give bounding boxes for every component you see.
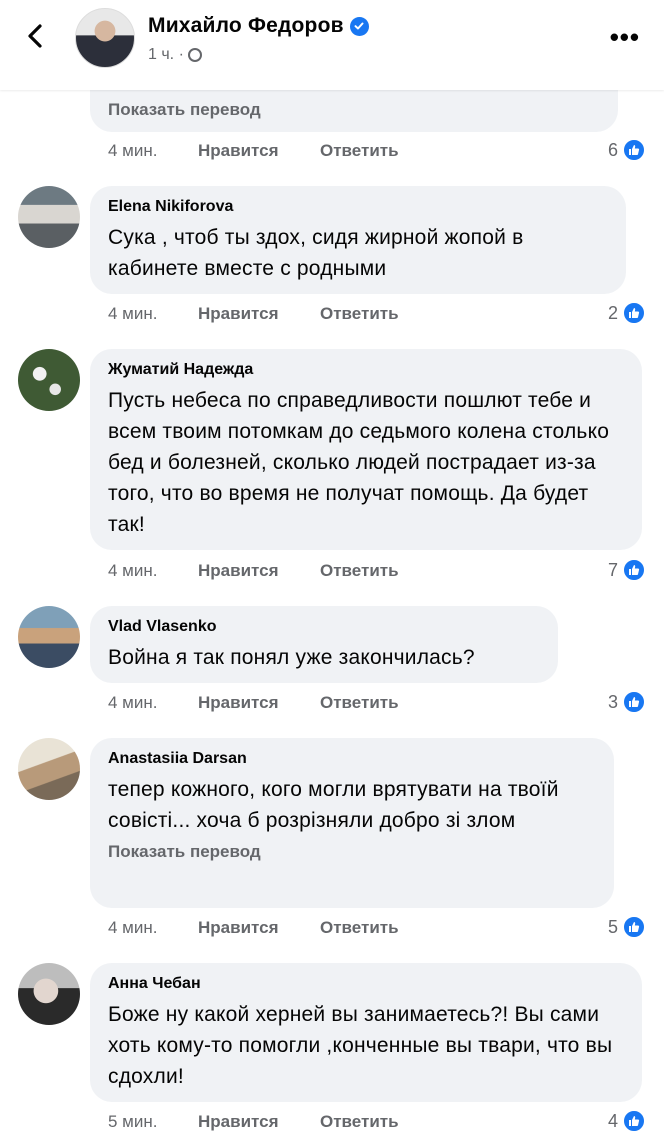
- comment-author[interactable]: Анна Чебан: [108, 975, 624, 993]
- comment-time[interactable]: 5 мин.: [108, 1112, 198, 1132]
- reply-button[interactable]: Ответить: [320, 693, 399, 713]
- avatar[interactable]: [18, 606, 80, 668]
- reply-button[interactable]: Ответить: [320, 918, 399, 938]
- like-reaction-icon: [622, 301, 646, 325]
- comment-text: Боже ну какой херней вы занимаетесь?! Вы…: [108, 1003, 613, 1088]
- like-button[interactable]: Нравится: [198, 561, 320, 581]
- comment-author[interactable]: Vlad Vlasenko: [108, 618, 540, 636]
- translate-link[interactable]: Показать перевод: [108, 100, 261, 120]
- comment-text: Война я так понял уже закончилась?: [108, 646, 475, 669]
- reaction-number: 4: [607, 1110, 618, 1131]
- reaction-count[interactable]: 3: [608, 690, 646, 714]
- avatar[interactable]: [18, 349, 80, 411]
- comment-text: тепер кожного, кого могли врятувати на т…: [108, 778, 559, 832]
- like-button[interactable]: Нравится: [198, 918, 320, 938]
- comment-actions: 5 мин. Нравится Ответить: [108, 1112, 399, 1132]
- comment-actions: 4 мин. Нравится Ответить: [108, 304, 399, 324]
- comment-bubble: Anastasiia Darsan тепер кожного, кого мо…: [90, 738, 614, 908]
- reply-button[interactable]: Ответить: [320, 561, 399, 581]
- comment-bubble: Жуматий Надежда Пусть небеса по справедл…: [90, 349, 642, 550]
- comment-author[interactable]: Elena Nikiforova: [108, 198, 608, 216]
- reaction-count[interactable]: 2: [608, 301, 646, 325]
- like-button[interactable]: Нравится: [198, 693, 320, 713]
- reply-button[interactable]: Ответить: [320, 304, 399, 324]
- like-reaction-icon: [622, 558, 646, 582]
- more-icon[interactable]: •••: [610, 22, 640, 53]
- back-button[interactable]: [20, 20, 52, 52]
- comment-actions: 4 мин. Нравится Ответить: [108, 693, 399, 713]
- back-icon: [28, 24, 42, 48]
- reaction-number: 5: [607, 916, 618, 937]
- reaction-number: 2: [607, 302, 618, 323]
- post-meta: 1 ч. ·: [148, 46, 202, 64]
- like-reaction-icon: [622, 690, 646, 714]
- avatar[interactable]: [18, 186, 80, 248]
- globe-icon: [187, 48, 202, 62]
- like-button[interactable]: Нравится: [198, 1112, 320, 1132]
- author-name-row[interactable]: Михайло Федоров: [148, 14, 369, 38]
- translate-link[interactable]: Показать перевод: [108, 842, 596, 862]
- comment-actions: 4 мин. Нравится Ответить: [108, 561, 399, 581]
- comment-time[interactable]: 4 мин.: [108, 304, 198, 324]
- comment-bubble: Elena Nikiforova Сука , чтоб ты здох, си…: [90, 186, 626, 294]
- like-button[interactable]: Нравится: [198, 304, 320, 324]
- comment-bubble: Vlad Vlasenko Война я так понял уже зако…: [90, 606, 558, 683]
- comment-time[interactable]: 4 мин.: [108, 693, 198, 713]
- reaction-count[interactable]: 5: [608, 915, 646, 939]
- reaction-count[interactable]: 4: [608, 1109, 646, 1133]
- author-avatar[interactable]: [75, 8, 135, 68]
- comment-text: Пусть небеса по справедливости пошлют те…: [108, 389, 610, 536]
- comment-time[interactable]: 4 мин.: [108, 561, 198, 581]
- comment-time[interactable]: 4 мин.: [108, 141, 198, 161]
- reaction-count[interactable]: 7: [608, 558, 646, 582]
- comment-bubble: Анна Чебан Боже ну какой херней вы заним…: [90, 963, 642, 1102]
- reply-button[interactable]: Ответить: [320, 1112, 399, 1132]
- like-reaction-icon: [622, 138, 646, 162]
- avatar[interactable]: [18, 963, 80, 1025]
- post-header: Михайло Федоров 1 ч. · •••: [0, 0, 664, 90]
- reaction-count[interactable]: 6: [608, 138, 646, 162]
- reaction-number: 7: [607, 559, 618, 580]
- comment-author[interactable]: Anastasiia Darsan: [108, 750, 596, 768]
- comment-time[interactable]: 4 мин.: [108, 918, 198, 938]
- like-reaction-icon: [622, 915, 646, 939]
- like-reaction-icon: [622, 1109, 646, 1133]
- reply-button[interactable]: Ответить: [320, 141, 399, 161]
- comment-actions: 4 мин. Нравится Ответить: [108, 918, 399, 938]
- comment-actions: 4 мин. Нравится Ответить: [108, 141, 399, 161]
- avatar[interactable]: [18, 738, 80, 800]
- comment-text: Сука , чтоб ты здох, сидя жирной жопой в…: [108, 226, 524, 280]
- verified-icon: [349, 16, 369, 36]
- reaction-number: 6: [607, 139, 618, 160]
- like-button[interactable]: Нравится: [198, 141, 320, 161]
- reaction-number: 3: [607, 691, 618, 712]
- author-name[interactable]: Михайло Федоров: [148, 14, 344, 38]
- comment-author[interactable]: Жуматий Надежда: [108, 361, 624, 379]
- post-time[interactable]: 1 ч. ·: [148, 46, 184, 64]
